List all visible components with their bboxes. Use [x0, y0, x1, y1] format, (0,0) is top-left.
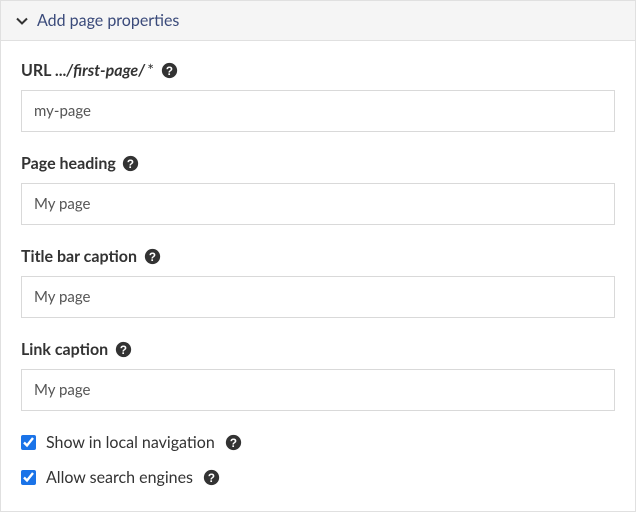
title-bar-label: Title bar caption ? [21, 247, 615, 266]
page-heading-input[interactable] [21, 183, 615, 225]
panel-header[interactable]: Add page properties [1, 1, 635, 41]
svg-text:?: ? [208, 472, 215, 485]
help-icon[interactable]: ? [160, 62, 178, 80]
link-caption-label: Link caption ? [21, 340, 615, 359]
url-required-mark: * [143, 61, 154, 80]
svg-text:?: ? [148, 251, 155, 264]
field-page-heading: Page heading ? [21, 154, 615, 225]
help-icon[interactable]: ? [225, 434, 243, 452]
url-input[interactable] [21, 90, 615, 132]
show-nav-row: Show in local navigation ? [21, 433, 615, 452]
allow-search-row: Allow search engines ? [21, 468, 615, 487]
panel-body: URL .../first-page/ * ? Page heading ? T… [1, 41, 635, 511]
url-label-slug: /first-page/ [66, 61, 145, 80]
svg-text:?: ? [127, 158, 134, 171]
field-link-caption: Link caption ? [21, 340, 615, 411]
help-icon[interactable]: ? [143, 248, 161, 266]
svg-text:?: ? [120, 344, 127, 357]
svg-text:?: ? [165, 65, 172, 78]
link-caption-label-text: Link caption [21, 340, 108, 359]
link-caption-input[interactable] [21, 369, 615, 411]
chevron-down-icon [15, 14, 29, 28]
svg-text:?: ? [230, 437, 237, 450]
field-url: URL .../first-page/ * ? [21, 61, 615, 132]
title-bar-input[interactable] [21, 276, 615, 318]
page-heading-label-text: Page heading [21, 154, 116, 173]
allow-search-label[interactable]: Allow search engines [46, 468, 193, 487]
field-title-bar: Title bar caption ? [21, 247, 615, 318]
show-nav-label[interactable]: Show in local navigation [46, 433, 215, 452]
show-nav-checkbox[interactable] [21, 435, 36, 450]
page-properties-panel: Add page properties URL .../first-page/ … [0, 0, 636, 512]
url-label-prefix: URL ... [21, 61, 66, 80]
allow-search-checkbox[interactable] [21, 470, 36, 485]
help-icon[interactable]: ? [114, 341, 132, 359]
url-label: URL .../first-page/ * ? [21, 61, 615, 80]
help-icon[interactable]: ? [203, 469, 221, 487]
page-heading-label: Page heading ? [21, 154, 615, 173]
panel-title: Add page properties [37, 11, 179, 30]
help-icon[interactable]: ? [122, 155, 140, 173]
title-bar-label-text: Title bar caption [21, 247, 137, 266]
